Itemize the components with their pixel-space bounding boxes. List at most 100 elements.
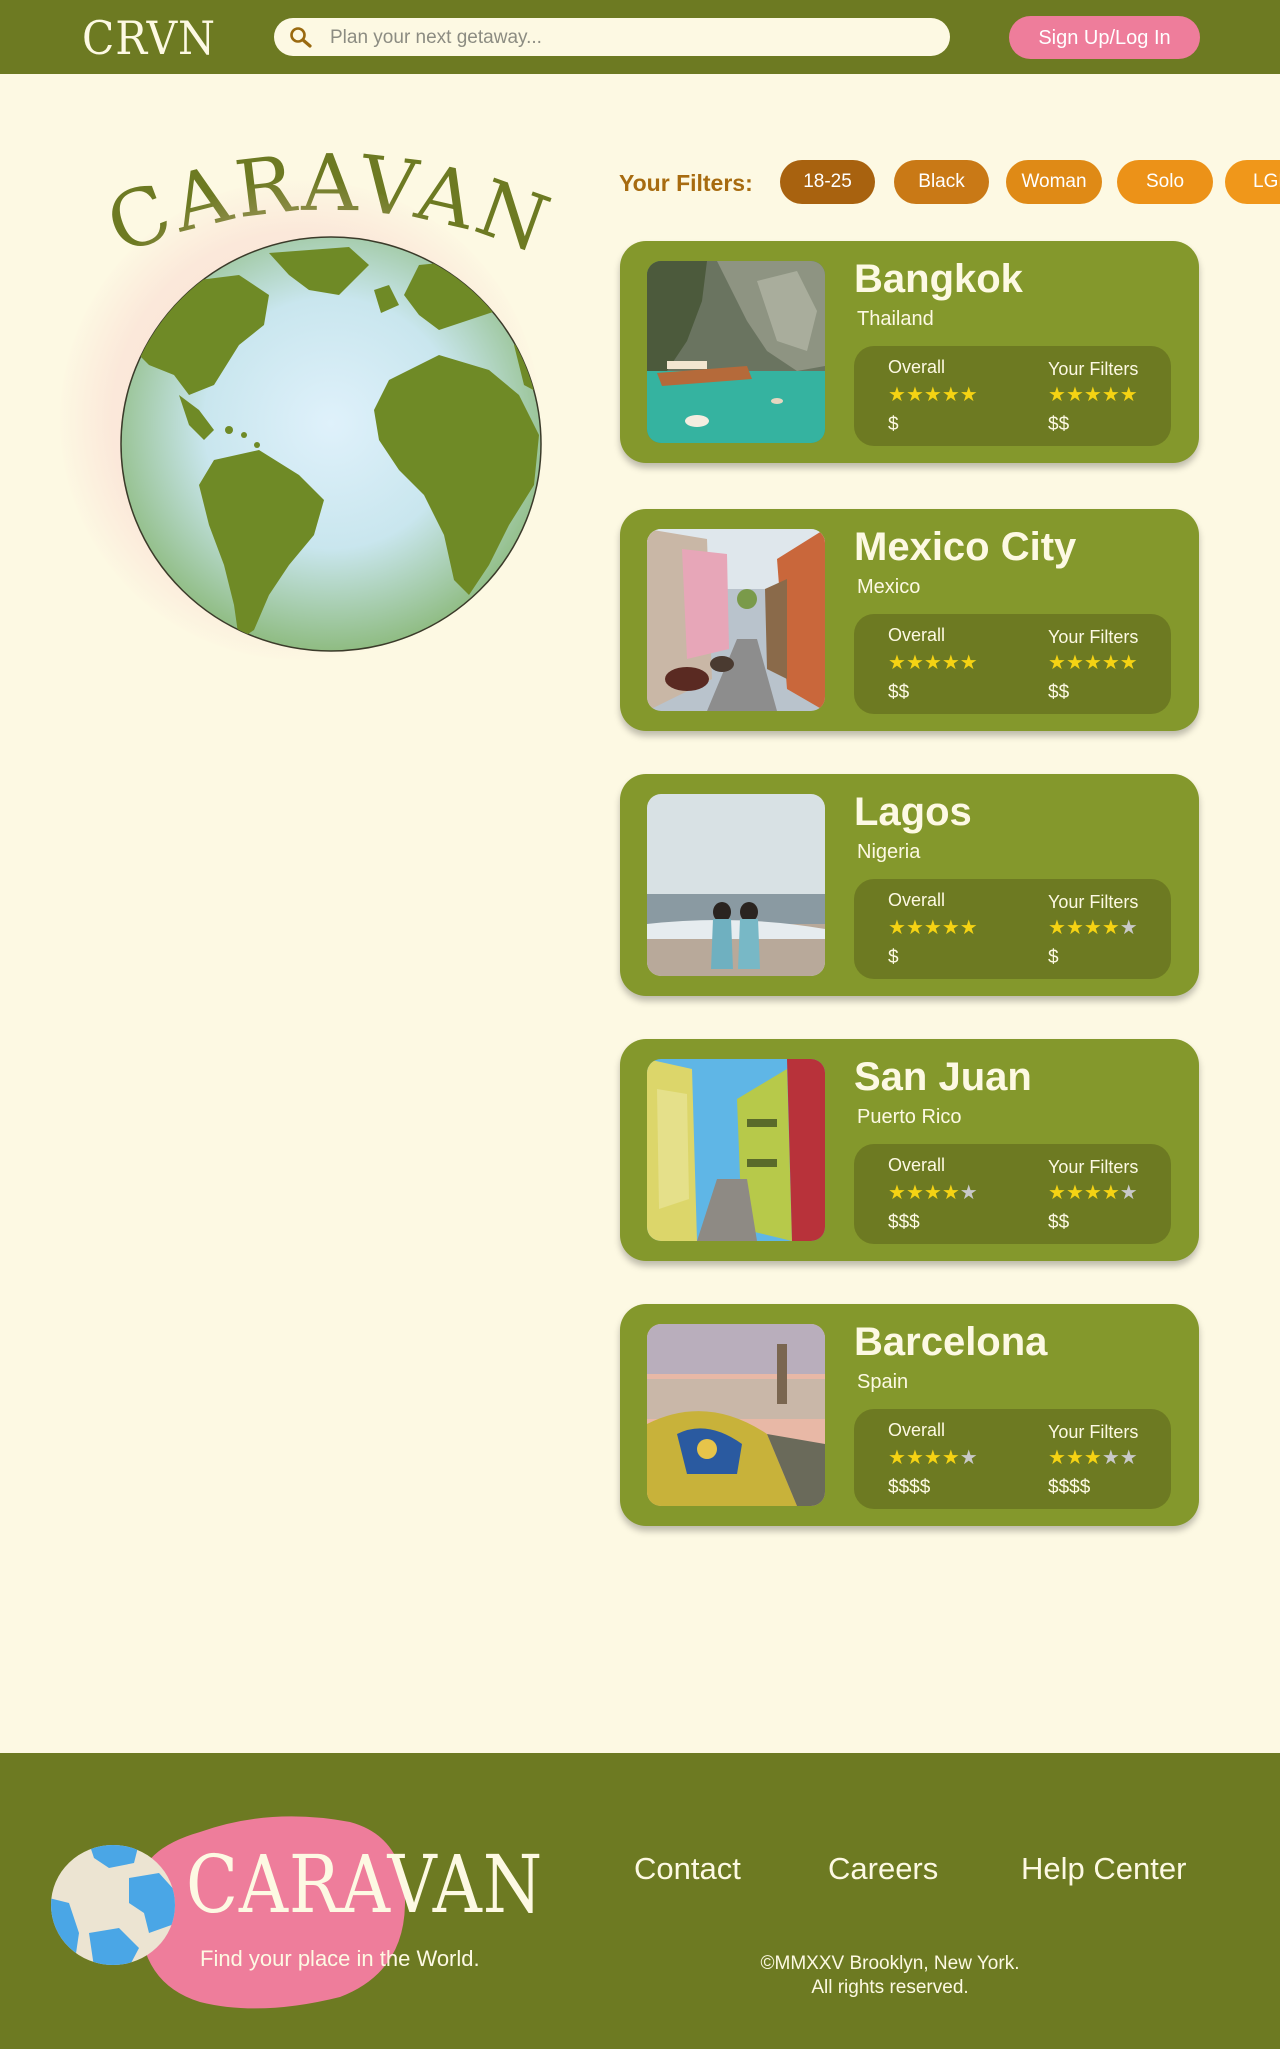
filter-chip-lgbtq-label: LGBTQ+ bbox=[1253, 171, 1280, 192]
country-name: Nigeria bbox=[857, 841, 921, 863]
overall-rating: Overall ★★★★★ $ bbox=[888, 879, 1028, 979]
star-filled-icon: ★ bbox=[1065, 1182, 1084, 1204]
star-empty-icon: ★ bbox=[959, 1447, 978, 1469]
city-name: Lagos bbox=[854, 790, 972, 834]
filter-rating: Your Filters ★★★★★ $$$$ bbox=[1048, 1409, 1188, 1509]
overall-stars: ★★★★★ bbox=[888, 650, 978, 675]
star-filled-icon: ★ bbox=[941, 917, 960, 939]
star-filled-icon: ★ bbox=[1065, 384, 1084, 406]
filter-label: Your Filters bbox=[1048, 1157, 1139, 1177]
overall-label: Overall bbox=[888, 357, 946, 377]
filter-chip-lgbtq[interactable]: LGBTQ+ bbox=[1225, 160, 1280, 204]
copyright-line-1: ©MMXXV Brooklyn, New York. bbox=[760, 1953, 1020, 1974]
logo[interactable]: CRVN bbox=[82, 8, 216, 68]
star-filled-icon: ★ bbox=[1119, 384, 1138, 406]
overall-rating: Overall ★★★★★ $$ bbox=[888, 614, 1028, 714]
star-filled-icon: ★ bbox=[1083, 652, 1102, 674]
star-empty-icon: ★ bbox=[1119, 917, 1138, 939]
ratings-panel: Overall ★★★★★ $$$ Your Filters ★★★★★ $$ bbox=[854, 1144, 1171, 1244]
star-filled-icon: ★ bbox=[1065, 917, 1084, 939]
star-filled-icon: ★ bbox=[1083, 1182, 1102, 1204]
star-filled-icon: ★ bbox=[888, 384, 906, 406]
destination-card[interactable]: Lagos Nigeria Overall ★★★★★ $ Your Filte… bbox=[620, 774, 1199, 996]
star-filled-icon: ★ bbox=[941, 384, 960, 406]
search-bar[interactable] bbox=[274, 18, 950, 58]
city-name: Mexico City bbox=[854, 525, 1077, 569]
search-input[interactable] bbox=[328, 18, 932, 58]
country-name: Mexico bbox=[857, 576, 921, 598]
signup-login-button[interactable]: Sign Up/Log In bbox=[1009, 16, 1200, 59]
footer-brand: CARAVAN bbox=[186, 1838, 544, 1931]
overall-label: Overall bbox=[888, 1420, 946, 1440]
star-filled-icon: ★ bbox=[941, 652, 960, 674]
destination-card[interactable]: Barcelona Spain Overall ★★★★★ $$$$ Your … bbox=[620, 1304, 1199, 1526]
filter-stars: ★★★★★ bbox=[1048, 382, 1138, 407]
footer-link-contact[interactable]: Contact bbox=[634, 1851, 741, 1887]
star-filled-icon: ★ bbox=[923, 652, 942, 674]
star-filled-icon: ★ bbox=[1048, 652, 1066, 674]
top-navbar: CRVN Sign Up/Log In bbox=[0, 0, 1280, 74]
filter-label: Your Filters bbox=[1048, 892, 1139, 912]
ratings-panel: Overall ★★★★★ $ Your Filters ★★★★★ $$ bbox=[854, 346, 1171, 446]
overall-label: Overall bbox=[888, 890, 946, 910]
copyright: ©MMXXV Brooklyn, New York. All rights re… bbox=[700, 1952, 1080, 2000]
star-empty-icon: ★ bbox=[1119, 1182, 1138, 1204]
star-filled-icon: ★ bbox=[1101, 652, 1120, 674]
overall-rating: Overall ★★★★★ $$$ bbox=[888, 1144, 1028, 1244]
filter-price: $$ bbox=[1048, 414, 1070, 435]
ratings-panel: Overall ★★★★★ $$$$ Your Filters ★★★★★ $$… bbox=[854, 1409, 1171, 1509]
star-filled-icon: ★ bbox=[1048, 1182, 1066, 1204]
destination-card[interactable]: San Juan Puerto Rico Overall ★★★★★ $$$ Y… bbox=[620, 1039, 1199, 1261]
star-filled-icon: ★ bbox=[905, 652, 924, 674]
overall-stars: ★★★★★ bbox=[888, 1180, 978, 1205]
star-filled-icon: ★ bbox=[959, 384, 978, 406]
footer-link-careers[interactable]: Careers bbox=[828, 1851, 938, 1887]
filter-stars: ★★★★★ bbox=[1048, 915, 1138, 940]
country-name: Puerto Rico bbox=[857, 1106, 962, 1128]
star-filled-icon: ★ bbox=[888, 652, 906, 674]
star-filled-icon: ★ bbox=[1048, 384, 1066, 406]
filter-label: Your Filters bbox=[1048, 359, 1139, 379]
star-filled-icon: ★ bbox=[1048, 1447, 1066, 1469]
star-filled-icon: ★ bbox=[1101, 917, 1120, 939]
star-filled-icon: ★ bbox=[905, 917, 924, 939]
filter-stars: ★★★★★ bbox=[1048, 650, 1138, 675]
overall-label: Overall bbox=[888, 625, 946, 645]
overall-stars: ★★★★★ bbox=[888, 915, 978, 940]
filter-price: $ bbox=[1048, 947, 1059, 968]
star-filled-icon: ★ bbox=[1101, 1182, 1120, 1204]
filter-label: Your Filters bbox=[1048, 627, 1139, 647]
overall-label: Overall bbox=[888, 1155, 946, 1175]
star-filled-icon: ★ bbox=[941, 1182, 960, 1204]
city-name: San Juan bbox=[854, 1055, 1032, 1099]
overall-stars: ★★★★★ bbox=[888, 382, 978, 407]
destination-photo-san-juan bbox=[647, 1059, 825, 1241]
star-filled-icon: ★ bbox=[888, 1447, 906, 1469]
filter-chip-gender[interactable]: Woman bbox=[1006, 160, 1102, 204]
star-filled-icon: ★ bbox=[923, 917, 942, 939]
filter-rating: Your Filters ★★★★★ $$ bbox=[1048, 1144, 1188, 1244]
star-filled-icon: ★ bbox=[1083, 384, 1102, 406]
city-name: Barcelona bbox=[854, 1320, 1048, 1364]
filter-chip-race[interactable]: Black bbox=[894, 160, 989, 204]
filter-chip-age[interactable]: 18-25 bbox=[780, 160, 875, 204]
star-filled-icon: ★ bbox=[905, 1447, 924, 1469]
footer-link-help-center[interactable]: Help Center bbox=[1021, 1851, 1186, 1887]
destination-card[interactable]: Mexico City Mexico Overall ★★★★★ $$ Your… bbox=[620, 509, 1199, 731]
filter-price: $$$$ bbox=[1048, 1477, 1091, 1498]
star-filled-icon: ★ bbox=[905, 384, 924, 406]
country-name: Thailand bbox=[857, 308, 934, 330]
destination-card[interactable]: Bangkok Thailand Overall ★★★★★ $ Your Fi… bbox=[620, 241, 1199, 463]
overall-price: $$$ bbox=[888, 1212, 920, 1233]
filter-rating: Your Filters ★★★★★ $$ bbox=[1048, 346, 1188, 446]
filter-rating: Your Filters ★★★★★ $$ bbox=[1048, 614, 1188, 714]
star-filled-icon: ★ bbox=[959, 917, 978, 939]
star-filled-icon: ★ bbox=[923, 384, 942, 406]
filter-chip-travel-type[interactable]: Solo bbox=[1117, 160, 1213, 204]
star-filled-icon: ★ bbox=[905, 1182, 924, 1204]
overall-price: $ bbox=[888, 947, 899, 968]
ratings-panel: Overall ★★★★★ $$ Your Filters ★★★★★ $$ bbox=[854, 614, 1171, 714]
filter-price: $$ bbox=[1048, 682, 1070, 703]
country-name: Spain bbox=[857, 1371, 909, 1393]
filter-rating: Your Filters ★★★★★ $ bbox=[1048, 879, 1188, 979]
